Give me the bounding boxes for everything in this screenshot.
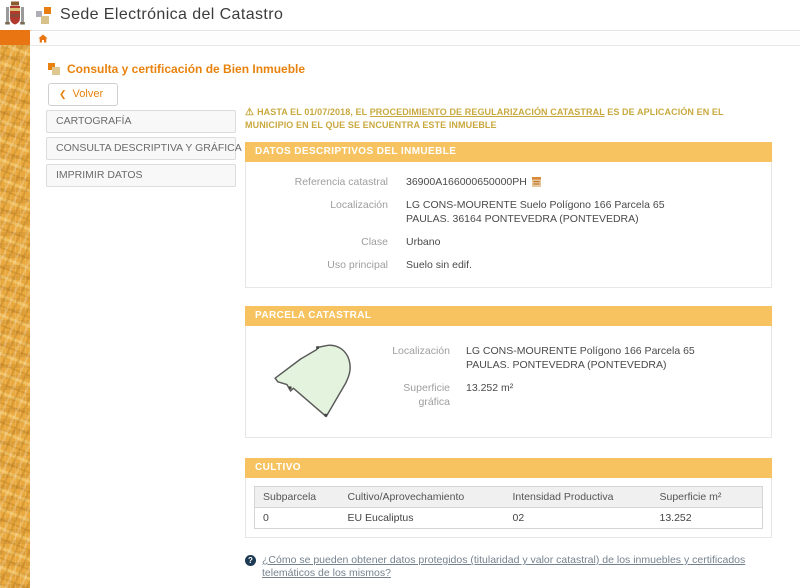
localizacion-line2: PAULAS. 36164 PONTEVEDRA (PONTEVEDRA) bbox=[406, 212, 665, 226]
cell-cultivo: EU Eucaliptus bbox=[340, 508, 505, 529]
sidebar: CARTOGRAFÍA CONSULTA DESCRIPTIVA Y GRÁFI… bbox=[46, 110, 236, 191]
panel-parcela-catastral: PARCELA CATASTRAL Localización LG CONS-M… bbox=[245, 306, 772, 438]
main-content: ⚠HASTA EL 01/07/2018, EL PROCEDIMIENTO D… bbox=[245, 106, 772, 580]
sidebar-item-cartografia[interactable]: CARTOGRAFÍA bbox=[46, 110, 236, 133]
field-row: Localización LG CONS-MOURENTE Suelo Polí… bbox=[246, 198, 771, 226]
cell-subparcela: 0 bbox=[255, 508, 340, 529]
cell-superficie: 13.252 bbox=[652, 508, 763, 529]
field-label: Uso principal bbox=[246, 258, 406, 272]
orange-brand-block bbox=[0, 30, 30, 45]
cell-intensidad: 02 bbox=[505, 508, 652, 529]
regularizacion-warning: ⚠HASTA EL 01/07/2018, EL PROCEDIMIENTO D… bbox=[245, 106, 772, 132]
sidebar-item-consulta-descriptiva[interactable]: CONSULTA DESCRIPTIVA Y GRÁFICA bbox=[46, 137, 236, 160]
breadcrumb bbox=[30, 32, 800, 46]
field-row: Localización LG CONS-MOURENTE Polígono 1… bbox=[370, 344, 695, 372]
back-button[interactable]: ❮ Volver bbox=[48, 83, 118, 106]
field-row: Referencia catastral 36900A166000650000P… bbox=[246, 175, 771, 189]
refcat-detail-icon[interactable] bbox=[532, 177, 541, 187]
panel-parcela-body: Localización LG CONS-MOURENTE Polígono 1… bbox=[245, 326, 772, 438]
panel-datos-descriptivos-header: DATOS DESCRIPTIVOS DEL INMUEBLE bbox=[245, 142, 772, 162]
chevron-left-icon: ❮ bbox=[59, 90, 67, 99]
parcel-outline-graphic bbox=[266, 338, 370, 427]
panel-cultivo-header: CULTIVO bbox=[245, 458, 772, 478]
panel-parcela-header: PARCELA CATASTRAL bbox=[245, 306, 772, 326]
field-label: Superficie gráfica bbox=[370, 381, 466, 409]
cultivo-table-header-row: Subparcela Cultivo/Aprovechamiento Inten… bbox=[255, 487, 763, 508]
superficie-grafica-value: 13.252 m² bbox=[466, 381, 513, 409]
field-row: Clase Urbano bbox=[246, 235, 771, 249]
consulta-squares-icon bbox=[48, 63, 60, 75]
protected-data-help-link[interactable]: ¿Cómo se pueden obtener datos protegidos… bbox=[262, 554, 772, 580]
field-label: Localización bbox=[246, 198, 406, 226]
regularizacion-link[interactable]: PROCEDIMIENTO DE REGULARIZACIÓN CATASTRA… bbox=[370, 107, 605, 117]
page-title: Consulta y certificación de Bien Inmuebl… bbox=[67, 62, 305, 76]
uso-principal-value: Suelo sin edif. bbox=[406, 258, 472, 272]
col-header-superficie: Superficie m² bbox=[652, 487, 763, 508]
field-row: Uso principal Suelo sin edif. bbox=[246, 258, 771, 272]
back-button-label: Volver bbox=[73, 88, 104, 100]
parcela-localizacion-line1: LG CONS-MOURENTE Polígono 166 Parcela 65 bbox=[466, 344, 695, 358]
sidebar-item-imprimir-datos[interactable]: IMPRIMIR DATOS bbox=[46, 164, 236, 187]
sec-squares-logo-icon bbox=[36, 7, 53, 24]
panel-datos-descriptivos: DATOS DESCRIPTIVOS DEL INMUEBLE Referenc… bbox=[245, 142, 772, 288]
catastro-page: Sede Electrónica del Catastro Consulta y… bbox=[0, 0, 800, 588]
header-bar: Sede Electrónica del Catastro bbox=[30, 0, 800, 31]
warning-text-prefix: HASTA EL 01/07/2018, EL bbox=[257, 107, 370, 117]
panel-cultivo-body: Subparcela Cultivo/Aprovechamiento Inten… bbox=[245, 478, 772, 538]
spain-coat-of-arms-logo bbox=[0, 0, 30, 30]
question-mark-icon: ? bbox=[245, 555, 256, 566]
clase-value: Urbano bbox=[406, 235, 440, 249]
localizacion-line1: LG CONS-MOURENTE Suelo Polígono 166 Parc… bbox=[406, 198, 665, 212]
referencia-catastral-value: 36900A166000650000PH bbox=[406, 175, 527, 189]
field-label: Referencia catastral bbox=[246, 175, 406, 189]
panel-cultivo: CULTIVO Subparcela Cultivo/Aprovechamien… bbox=[245, 458, 772, 538]
left-column bbox=[0, 0, 30, 588]
parcela-localizacion-line2: PAULAS. PONTEVEDRA (PONTEVEDRA) bbox=[466, 358, 695, 372]
warning-triangle-icon: ⚠ bbox=[245, 107, 254, 118]
col-header-cultivo: Cultivo/Aprovechamiento bbox=[340, 487, 505, 508]
cultivo-table: Subparcela Cultivo/Aprovechamiento Inten… bbox=[254, 486, 763, 529]
background-texture bbox=[0, 45, 30, 588]
page-title-row: Consulta y certificación de Bien Inmuebl… bbox=[48, 62, 305, 76]
help-link-row: ? ¿Cómo se pueden obtener datos protegid… bbox=[245, 554, 772, 580]
col-header-intensidad: Intensidad Productiva bbox=[505, 487, 652, 508]
field-row: Superficie gráfica 13.252 m² bbox=[370, 381, 695, 409]
field-label: Clase bbox=[246, 235, 406, 249]
col-header-subparcela: Subparcela bbox=[255, 487, 340, 508]
panel-datos-descriptivos-body: Referencia catastral 36900A166000650000P… bbox=[245, 162, 772, 288]
home-icon[interactable] bbox=[38, 34, 48, 43]
app-title: Sede Electrónica del Catastro bbox=[60, 6, 283, 24]
table-row: 0 EU Eucaliptus 02 13.252 bbox=[255, 508, 763, 529]
field-label: Localización bbox=[370, 344, 466, 372]
